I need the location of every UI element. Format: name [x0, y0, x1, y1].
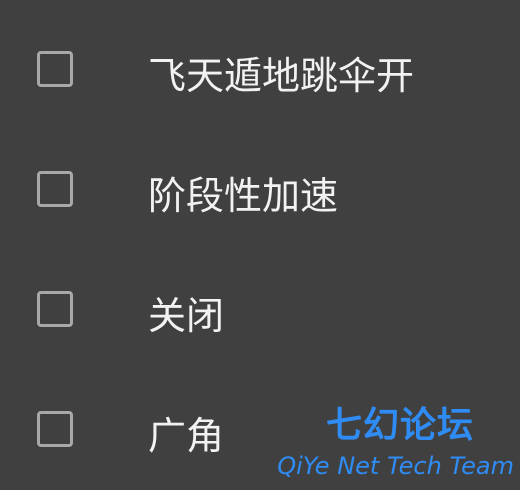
option-row-close[interactable]: 关闭: [0, 260, 520, 370]
checkbox-parachute[interactable]: [37, 51, 73, 87]
option-label-close: 关闭: [148, 294, 225, 338]
option-row-parachute[interactable]: 飞天遁地跳伞开: [0, 20, 520, 130]
option-row-acceleration[interactable]: 阶段性加速: [0, 140, 520, 250]
watermark-subtitle: QiYe Net Tech Team: [277, 452, 514, 480]
option-label-parachute: 飞天遁地跳伞开: [148, 54, 415, 98]
watermark-title: 七幻论坛: [325, 405, 474, 446]
checkbox-acceleration[interactable]: [37, 171, 73, 207]
checkbox-wide-angle[interactable]: [37, 411, 73, 447]
checkbox-close[interactable]: [37, 291, 73, 327]
option-label-wide-angle: 广角: [148, 414, 225, 458]
option-label-acceleration: 阶段性加速: [148, 174, 339, 218]
watermark: 七幻论坛 QiYe Net Tech Team: [274, 402, 514, 482]
